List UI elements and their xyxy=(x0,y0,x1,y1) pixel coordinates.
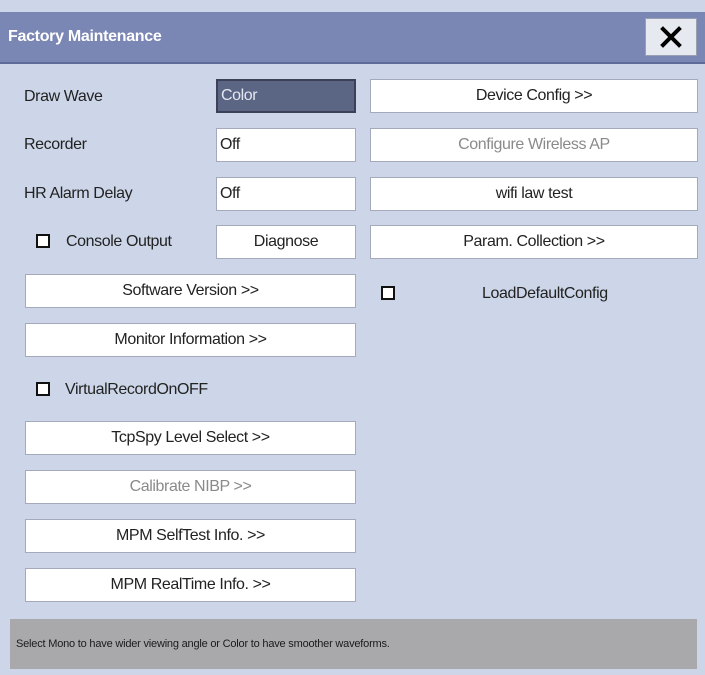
configure-wireless-ap-button[interactable]: Configure Wireless AP xyxy=(370,128,698,162)
help-status-bar: Select Mono to have wider viewing angle … xyxy=(10,619,697,669)
mpm-selftest-info-button[interactable]: MPM SelfTest Info. >> xyxy=(25,519,356,553)
wifi-law-test-button[interactable]: wifi law test xyxy=(370,177,698,211)
load-default-config-checkbox[interactable] xyxy=(381,286,395,300)
tcpspy-level-select-button[interactable]: TcpSpy Level Select >> xyxy=(25,421,356,455)
factory-maintenance-dialog: Factory Maintenance Draw Wave Color Reco… xyxy=(0,0,705,675)
hr-alarm-delay-select[interactable]: Off xyxy=(216,177,356,211)
virtual-record-label: VirtualRecordOnOFF xyxy=(65,381,208,398)
software-version-button[interactable]: Software Version >> xyxy=(25,274,356,308)
monitor-information-button[interactable]: Monitor Information >> xyxy=(25,323,356,357)
load-default-config-label: LoadDefaultConfig xyxy=(482,285,608,302)
calibrate-nibp-button[interactable]: Calibrate NIBP >> xyxy=(25,470,356,504)
help-text: Select Mono to have wider viewing angle … xyxy=(16,638,390,650)
draw-wave-select[interactable]: Color xyxy=(216,79,356,113)
recorder-label: Recorder xyxy=(24,136,87,153)
hr-alarm-delay-label: HR Alarm Delay xyxy=(24,185,133,202)
mpm-realtime-info-button[interactable]: MPM RealTime Info. >> xyxy=(25,568,356,602)
console-output-label: Console Output xyxy=(66,233,172,250)
draw-wave-label: Draw Wave xyxy=(24,88,103,105)
console-output-checkbox[interactable] xyxy=(36,234,50,248)
close-icon xyxy=(660,26,682,48)
device-config-button[interactable]: Device Config >> xyxy=(370,79,698,113)
diagnose-button[interactable]: Diagnose xyxy=(216,225,356,259)
virtual-record-checkbox[interactable] xyxy=(36,382,50,396)
recorder-select[interactable]: Off xyxy=(216,128,356,162)
title-bar: Factory Maintenance xyxy=(0,12,705,64)
param-collection-button[interactable]: Param. Collection >> xyxy=(370,225,698,259)
close-button[interactable] xyxy=(645,18,697,56)
window-title: Factory Maintenance xyxy=(8,28,162,45)
